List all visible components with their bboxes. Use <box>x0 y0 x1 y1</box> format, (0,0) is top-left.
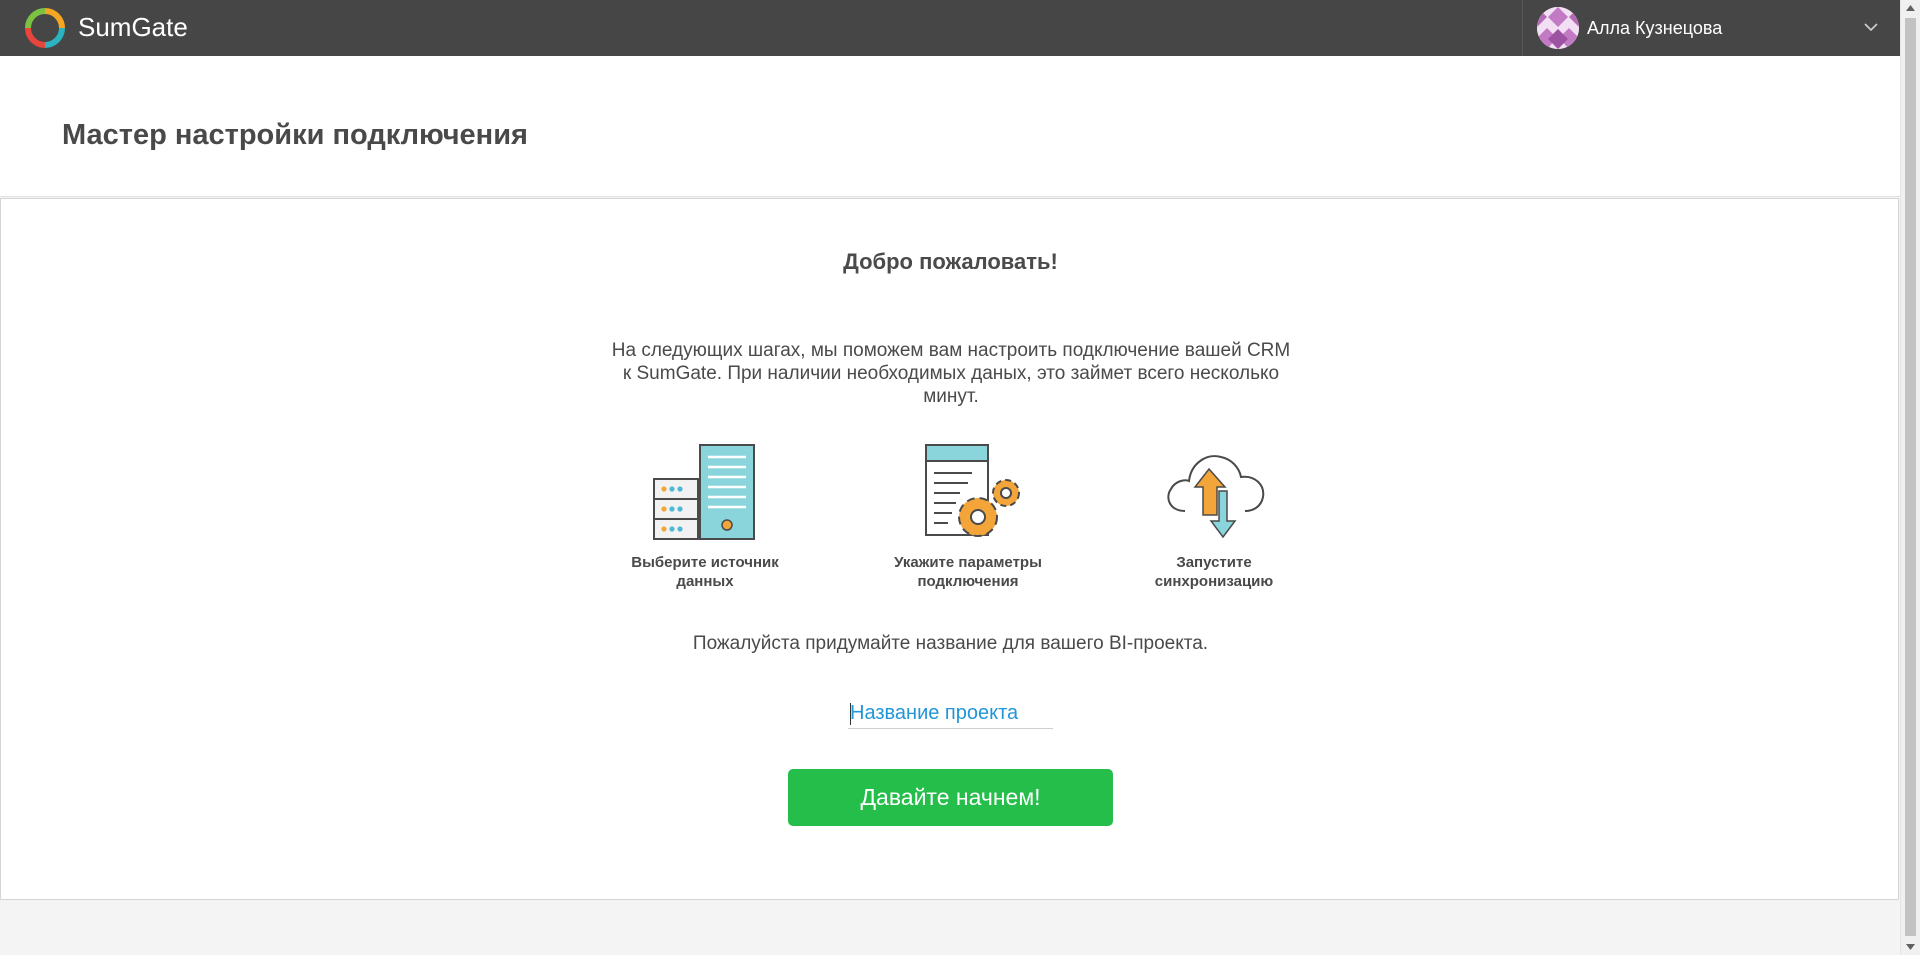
wizard-steps: Выберите источник данных Укажите парамет… <box>1 441 1900 601</box>
intro-text: На следующих шагах, мы поможем вам настр… <box>611 340 1291 407</box>
step-label-line1: Укажите параметры <box>894 554 1042 571</box>
vertical-scrollbar[interactable] <box>1900 0 1920 955</box>
user-name[interactable]: Алла Кузнецова <box>1587 18 1722 38</box>
step-choose-source: Выберите источник данных <box>610 441 800 591</box>
sumgate-logo-icon[interactable] <box>25 8 65 48</box>
page-header: Мастер настройки подключения <box>0 56 1900 197</box>
step-label-line2: данных <box>676 573 734 590</box>
project-name-input[interactable] <box>848 699 1053 729</box>
wizard-card: Добро пожаловать! На следующих шагах, мы… <box>0 198 1899 900</box>
step-label-line1: Выберите источник <box>631 554 779 571</box>
server-rack-icon <box>653 444 755 540</box>
step-start-sync: Запустите синхронизацию <box>1119 441 1309 591</box>
scroll-down-arrow-icon[interactable] <box>1901 938 1920 955</box>
avatar[interactable] <box>1537 7 1579 49</box>
step-connection-params: Укажите параметры подключения <box>873 441 1063 591</box>
welcome-heading: Добро пожаловать! <box>843 249 1058 274</box>
scroll-up-arrow-icon[interactable] <box>1901 0 1920 17</box>
text-cursor <box>850 703 851 725</box>
document-gears-icon <box>925 444 1020 537</box>
start-button[interactable]: Давайте начнем! <box>788 769 1113 826</box>
chevron-down-icon[interactable] <box>1863 20 1879 34</box>
step-label-line2: подключения <box>917 573 1019 590</box>
step-label-line2: синхронизацию <box>1154 573 1274 590</box>
project-name-prompt: Пожалуйста придумайте название для вашег… <box>692 633 1209 654</box>
page-title: Мастер настройки подключения <box>62 119 528 151</box>
scrollbar-thumb[interactable] <box>1905 18 1916 936</box>
brand-name[interactable]: SumGate <box>78 12 188 42</box>
user-menu[interactable]: Алла Кузнецова <box>1522 0 1900 56</box>
top-navigation-bar: SumGate Алла Кузнецова <box>0 0 1900 56</box>
step-label-line1: Запустите <box>1176 554 1252 571</box>
cloud-sync-icon <box>1167 455 1265 539</box>
